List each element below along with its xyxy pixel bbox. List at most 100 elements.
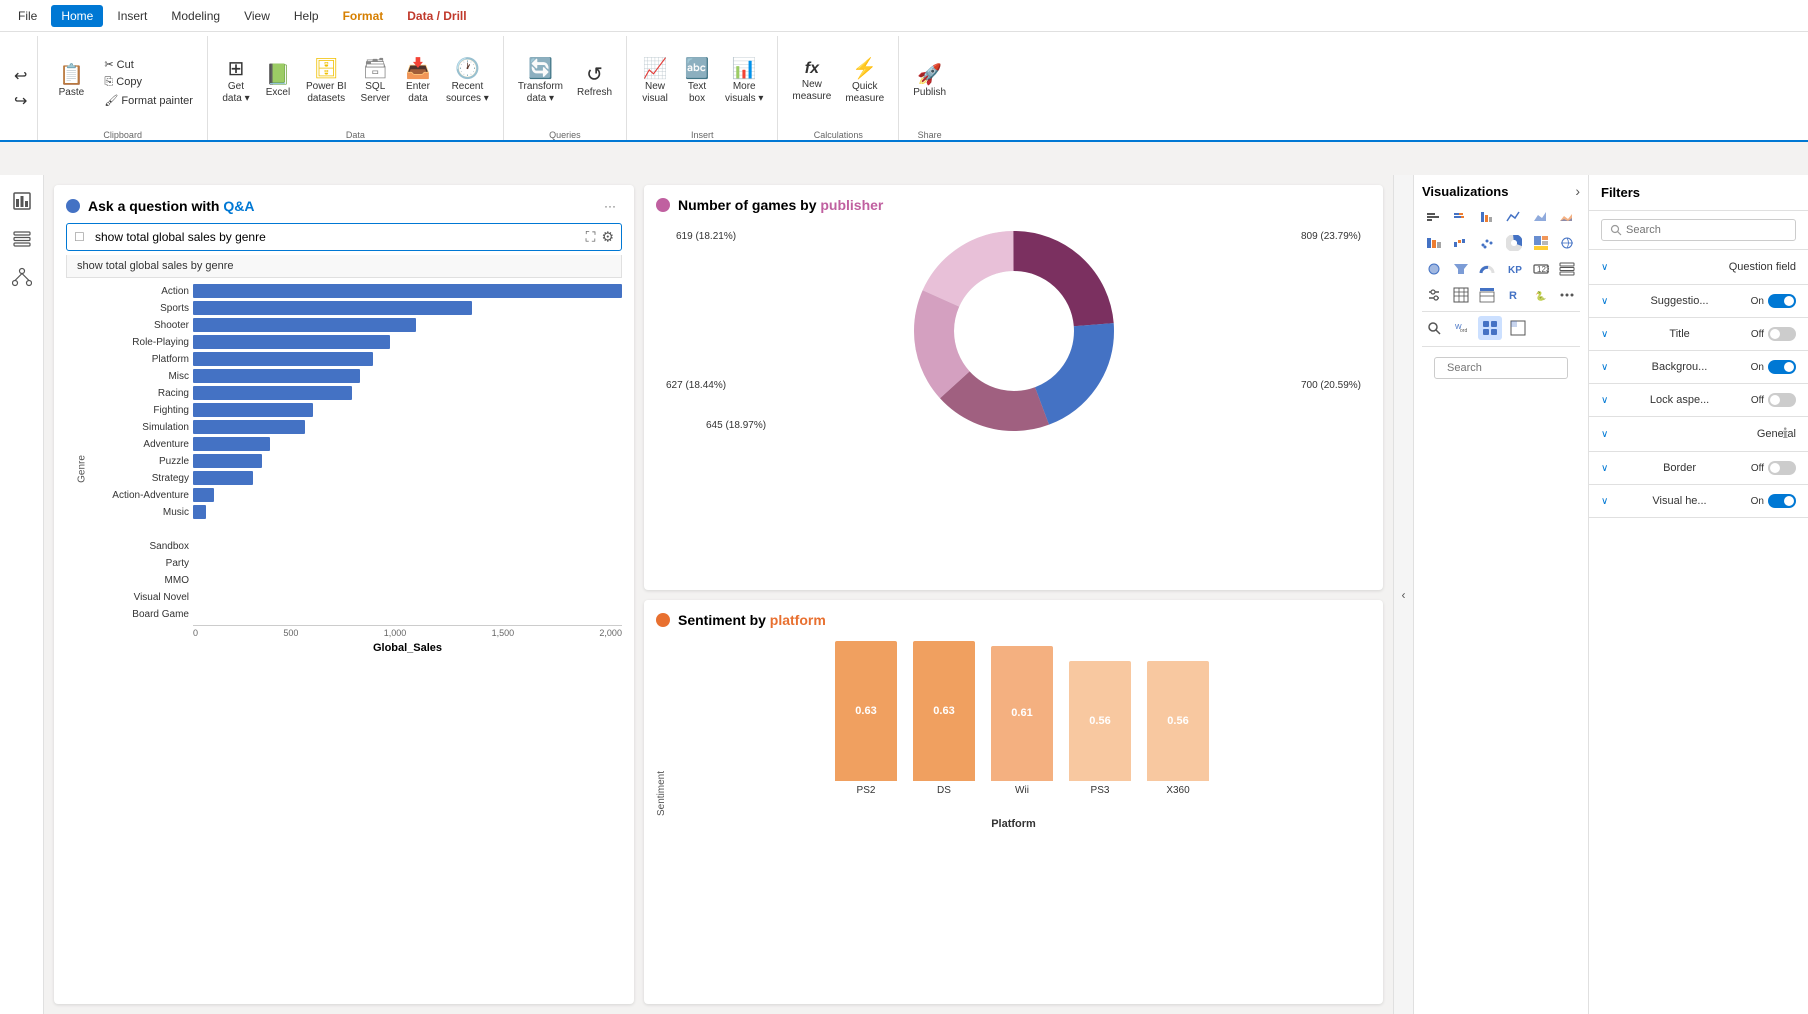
excel-button[interactable]: 📗 Excel [258,62,298,102]
publish-button[interactable]: 🚀 Publish [907,62,952,102]
undo-button[interactable]: ↩ [10,64,31,88]
viz-icon-line[interactable] [1502,205,1526,229]
filter-border-value: Off [1751,463,1764,474]
viz-icon-search-2[interactable] [1422,316,1446,340]
refresh-button[interactable]: ↺ Refresh [571,62,618,102]
recent-sources-button[interactable]: 🕐 Recentsources ▾ [440,56,495,108]
share-group: 🚀 Publish Share [899,36,960,140]
text-box-button[interactable]: 🔤 Textbox [677,56,717,108]
viz-icon-waterfall[interactable] [1449,231,1473,255]
menu-modeling[interactable]: Modeling [161,5,230,27]
enter-data-button[interactable]: 📥 Enterdata [398,56,438,108]
viz-icon-funnel[interactable] [1449,257,1473,281]
refresh-icon: ↺ [586,65,603,85]
transform-data-button[interactable]: 🔄 Transformdata ▾ [512,56,569,108]
menu-help[interactable]: Help [284,5,329,27]
enter-data-icon: 📥 [406,59,431,79]
viz-icon-kpi[interactable]: KPI [1502,257,1526,281]
filter-visual-header-toggle[interactable]: On [1751,494,1796,508]
panel-collapse-button[interactable]: ‹ [1393,175,1413,1014]
filter-background-toggle[interactable]: On [1751,360,1796,374]
clipboard-group: 📋 Paste ✂ Cut ⎘ Copy 🖌 Format painter Cl… [38,36,208,140]
viz-icon-filled-map[interactable] [1422,257,1446,281]
more-visuals-button[interactable]: 📊 Morevisuals ▾ [719,56,769,108]
cut-button[interactable]: ✂ Cut [98,56,199,73]
menu-format[interactable]: Format [333,5,394,27]
filter-question-field-row[interactable]: ∨ Question field [1601,258,1796,276]
publisher-title: Number of games by publisher [678,197,883,213]
copy-button[interactable]: ⎘ Copy [98,74,199,91]
qa-more-button[interactable]: ··· [598,197,622,215]
toggle-switch-visual-header[interactable] [1768,494,1796,508]
menu-home[interactable]: Home [51,5,103,27]
filter-border-label: Border [1663,462,1696,474]
toggle-switch-lock[interactable] [1768,393,1796,407]
toggle-switch-border[interactable] [1768,461,1796,475]
viz-icon-bar[interactable] [1422,205,1446,229]
paste-button[interactable]: 📋 Paste [46,62,96,102]
sidebar-icon-model[interactable] [4,259,40,295]
viz-bottom-icons: Word [1422,316,1580,340]
filter-title-section: ∨ Title Off [1589,318,1808,351]
viz-icon-area[interactable] [1529,205,1553,229]
qa-search-input[interactable] [66,223,622,251]
viz-icon-grid-active[interactable] [1478,316,1502,340]
viz-icon-treemap[interactable] [1529,231,1553,255]
viz-icon-card[interactable]: 123 [1529,257,1553,281]
toggle-switch-title[interactable] [1768,327,1796,341]
menu-data-drill[interactable]: Data / Drill [397,5,476,27]
viz-icon-r-visual[interactable]: R [1502,283,1526,307]
sql-server-button[interactable]: 🗃 SQLServer [355,56,396,108]
filter-suggestions-toggle[interactable]: On [1751,294,1796,308]
viz-icon-multirow-card[interactable] [1555,257,1579,281]
redo-button[interactable]: ↪ [10,89,31,113]
toggle-switch-background[interactable] [1768,360,1796,374]
quick-measure-button[interactable]: ⚡ Quickmeasure [839,56,890,108]
viz-icon-python[interactable]: 🐍 [1529,283,1553,307]
filters-search-input[interactable] [1626,224,1787,236]
qa-suggestion[interactable]: show total global sales by genre [66,255,622,278]
filter-general-row[interactable]: ∨ General [1601,425,1796,443]
bar-label: Misc [84,371,189,382]
viz-icon-pie[interactable] [1502,231,1526,255]
format-painter-button[interactable]: 🖌 Format painter [98,92,199,109]
filter-border-toggle[interactable]: Off [1751,461,1796,475]
sidebar-icon-data[interactable] [4,221,40,257]
viz-icon-more[interactable] [1555,283,1579,307]
viz-icon-clustered-bar[interactable] [1475,205,1499,229]
menu-view[interactable]: View [234,5,280,27]
get-data-button[interactable]: ⊞ Getdata ▾ [216,56,256,108]
power-bi-datasets-button[interactable]: 🗄 Power BIdatasets [300,56,353,108]
qa-share-icon[interactable]: ⛶ [586,229,596,246]
menu-insert[interactable]: Insert [107,5,157,27]
viz-panel-expand-icon[interactable]: › [1575,183,1580,199]
toggle-switch-suggestions[interactable] [1768,294,1796,308]
filter-suggestions-row: ∨ Suggestio... On [1601,291,1796,311]
new-measure-button[interactable]: fx Newmeasure [786,58,837,106]
bar-label: Platform [84,354,189,365]
bar-container [193,318,622,332]
viz-icon-map[interactable] [1555,231,1579,255]
viz-icon-stacked-area[interactable] [1555,205,1579,229]
viz-icon-grid-2[interactable] [1506,316,1530,340]
viz-icon-table[interactable] [1449,283,1473,307]
sidebar-icon-report[interactable] [4,183,40,219]
viz-icon-scatter[interactable] [1475,231,1499,255]
viz-icon-word-cloud[interactable]: Word [1450,316,1474,340]
calculations-buttons: fx Newmeasure ⚡ Quickmeasure [786,36,890,128]
viz-divider-1 [1422,311,1580,312]
viz-icon-gauge[interactable] [1475,257,1499,281]
viz-search-input[interactable] [1447,362,1588,374]
menu-file[interactable]: File [8,5,47,27]
new-visual-icon: 📈 [643,59,668,79]
viz-icon-stacked-bar[interactable] [1449,205,1473,229]
filter-title-toggle[interactable]: Off [1751,327,1796,341]
qa-settings-icon[interactable]: ⚙ [601,229,614,246]
bar-container [193,284,622,298]
new-visual-button[interactable]: 📈 Newvisual [635,56,675,108]
viz-icon-ribbon[interactable] [1422,231,1446,255]
viz-icon-slicer[interactable] [1422,283,1446,307]
table-row: Fighting [84,403,622,417]
filter-lock-aspect-toggle[interactable]: Off [1751,393,1796,407]
viz-icon-matrix[interactable] [1475,283,1499,307]
